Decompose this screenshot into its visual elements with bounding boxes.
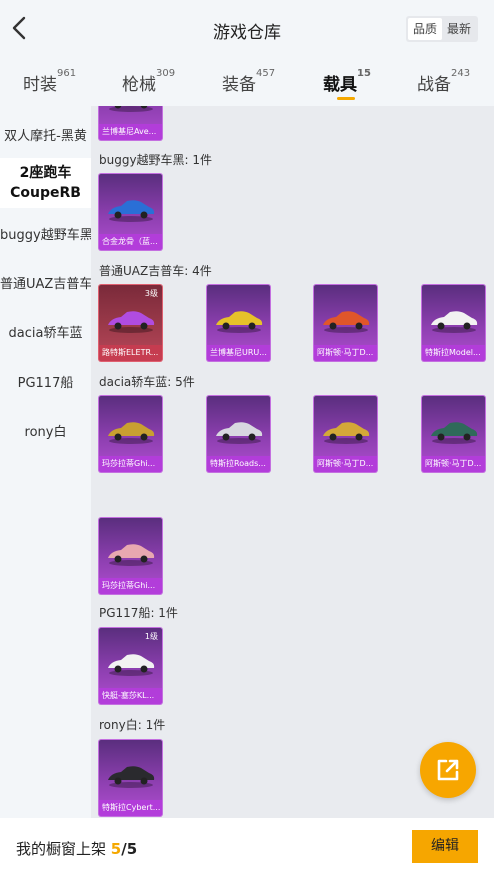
vehicle-card[interactable]: 兰博基尼URU...	[207, 285, 270, 361]
tab-guns[interactable]: 枪械309	[122, 68, 176, 95]
sidebar-item-uaz[interactable]: 普通UAZ吉普车	[0, 273, 91, 292]
vehicle-card[interactable]: 阿斯顿·马丁D...	[422, 396, 485, 472]
top-bar: 游戏仓库 品质 最新	[0, 0, 494, 58]
tab-label: 枪械	[122, 75, 156, 95]
vehicle-card[interactable]: 1级 快艇-塞莎KL...	[99, 628, 162, 704]
tab-count: 961	[57, 68, 77, 79]
vehicle-grid: 兰博基尼Ave... buggy越野车黑: 1件 合金龙骨（蓝... 普通UAZ…	[91, 106, 494, 818]
vehicle-card[interactable]: 合金龙骨（蓝...	[99, 174, 162, 250]
tab-vehicles[interactable]: 载具15	[323, 68, 371, 100]
vehicle-caption: 玛莎拉蒂Ghi...	[99, 578, 162, 594]
sidebar-item-dacia[interactable]: dacia轿车蓝	[0, 322, 91, 341]
bottom-bar: 我的橱窗上架 5/5 编辑	[0, 818, 494, 875]
vehicle-card[interactable]: 特斯拉Cybert...	[99, 740, 162, 816]
vehicle-caption: 兰博基尼URU...	[207, 345, 270, 361]
vehicle-caption: 特斯拉Cybert...	[99, 800, 162, 816]
vehicle-image	[108, 544, 155, 566]
vehicle-image	[108, 654, 155, 676]
vehicle-caption: 快艇-塞莎KL...	[99, 688, 162, 704]
tab-label: 战备	[417, 75, 451, 95]
vehicle-type-sidebar: 双人摩托-黑黄 2座跑车 CoupeRB buggy越野车黑 普通UAZ吉普车 …	[0, 106, 91, 818]
vehicle-card[interactable]: 特斯拉Model...	[422, 285, 485, 361]
vehicle-card[interactable]: 兰博基尼Ave...	[99, 106, 162, 140]
category-tabs: 时装961 枪械309 装备457 载具15 战备243	[0, 58, 494, 106]
tab-label: 载具	[323, 75, 357, 95]
vehicle-caption: 阿斯顿·马丁D...	[314, 456, 377, 472]
vehicle-image	[108, 311, 155, 333]
tab-label: 时装	[23, 75, 57, 95]
vehicle-card[interactable]: 阿斯顿·马丁D...	[314, 285, 377, 361]
showcase-label: 我的橱窗上架	[16, 840, 107, 858]
vehicle-caption: 兰博基尼Ave...	[99, 124, 162, 140]
vehicle-caption: 路特斯ELETR...	[99, 345, 162, 361]
edit-button[interactable]: 编辑	[412, 830, 478, 863]
vehicle-image	[216, 311, 263, 333]
vehicle-image	[108, 200, 155, 222]
tab-count: 243	[451, 68, 471, 79]
vehicle-caption: 阿斯顿·马丁D...	[422, 456, 485, 472]
vehicle-image	[431, 311, 478, 333]
sidebar-item-boat[interactable]: PG117船	[0, 372, 91, 391]
vehicle-caption: 阿斯顿·马丁D...	[314, 345, 377, 361]
vehicle-caption: 特斯拉Roads...	[207, 456, 270, 472]
vehicle-level: 1级	[144, 632, 158, 641]
group-label: rony白: 1件	[99, 718, 166, 732]
showcase-total: /5	[121, 840, 138, 858]
active-tab-indicator	[337, 97, 355, 100]
vehicle-image	[431, 422, 478, 444]
vehicle-caption: 特斯拉Model...	[422, 345, 485, 361]
vehicle-caption: 玛莎拉蒂Ghi...	[99, 456, 162, 472]
sort-option-newest[interactable]: 最新	[442, 18, 476, 40]
vehicle-image	[109, 106, 153, 112]
tab-count: 457	[256, 68, 276, 79]
sidebar-item-rony[interactable]: rony白	[0, 421, 91, 440]
vehicle-card[interactable]: 玛莎拉蒂Ghi...	[99, 396, 162, 472]
sidebar-item-buggy[interactable]: buggy越野车黑	[0, 224, 91, 243]
vehicle-image	[108, 422, 155, 444]
showcase-count: 5	[110, 840, 122, 858]
vehicle-level: 3级	[144, 289, 158, 298]
vehicle-card[interactable]: 阿斯顿·马丁D...	[314, 396, 377, 472]
tab-label: 装备	[222, 75, 256, 95]
sort-option-quality[interactable]: 品质	[407, 18, 442, 40]
tab-supplies[interactable]: 战备243	[417, 68, 471, 95]
vehicle-image	[216, 422, 263, 444]
tab-count: 15	[357, 68, 371, 79]
tab-fashion[interactable]: 时装961	[23, 68, 77, 95]
sidebar-item-motorbike[interactable]: 双人摩托-黑黄	[0, 125, 91, 144]
vehicle-card[interactable]: 3级 路特斯ELETR...	[99, 285, 162, 361]
sidebar-item-sublabel: CoupeRB	[10, 185, 81, 201]
tab-equipment[interactable]: 装备457	[222, 68, 276, 95]
group-label: buggy越野车黑: 1件	[99, 153, 213, 167]
group-label: PG117船: 1件	[99, 606, 178, 620]
vehicle-card[interactable]: 玛莎拉蒂Ghi...	[99, 518, 162, 594]
sort-toggle: 品质 最新	[405, 16, 478, 42]
showcase-status: 我的橱窗上架 5/5	[16, 838, 137, 859]
vehicle-card[interactable]: 特斯拉Roads...	[207, 396, 270, 472]
vehicle-image	[323, 311, 370, 333]
group-label: 普通UAZ吉普车: 4件	[99, 264, 212, 278]
group-label: dacia轿车蓝: 5件	[99, 375, 195, 389]
tab-count: 309	[156, 68, 176, 79]
share-export-icon	[437, 759, 459, 781]
vehicle-image	[108, 766, 155, 788]
sidebar-item-label: 2座跑车	[19, 165, 72, 181]
vehicle-image	[323, 422, 370, 444]
share-button[interactable]	[420, 742, 476, 798]
vehicle-caption: 合金龙骨（蓝...	[99, 234, 162, 250]
sidebar-item-coupe[interactable]: 2座跑车 CoupeRB	[0, 158, 91, 208]
